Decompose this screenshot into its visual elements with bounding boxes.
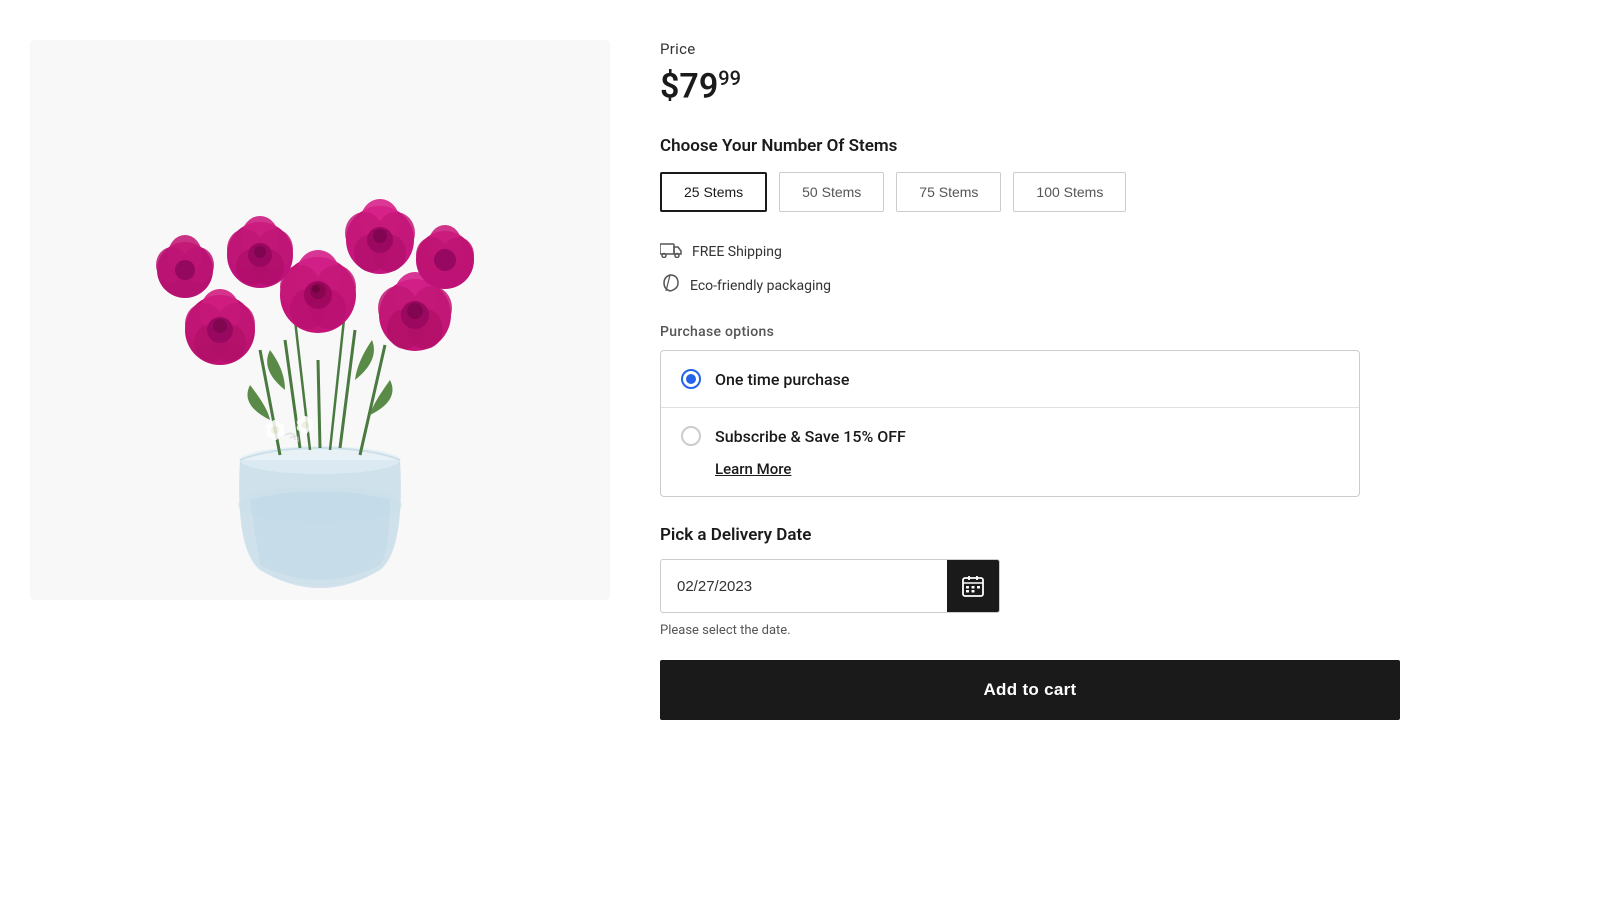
feature-free-shipping: FREE Shipping xyxy=(660,240,1360,263)
one-time-label: One time purchase xyxy=(715,370,849,389)
subscribe-label: Subscribe & Save 15% OFF xyxy=(715,427,906,446)
price-value: $7999 xyxy=(660,66,1360,106)
purchase-option-subscribe[interactable]: Subscribe & Save 15% OFF Learn More xyxy=(661,408,1359,496)
delivery-title: Pick a Delivery Date xyxy=(660,525,1360,545)
purchase-options-label: Purchase options xyxy=(660,324,1360,340)
stem-option-75[interactable]: 75 Stems xyxy=(896,172,1001,212)
product-image-svg xyxy=(30,40,610,600)
product-image-section xyxy=(0,20,640,880)
feature-shipping-text: FREE Shipping xyxy=(692,244,782,260)
price-label: Price xyxy=(660,40,1360,58)
add-to-cart-button[interactable]: Add to cart xyxy=(660,660,1400,720)
leaf-icon xyxy=(660,273,680,298)
feature-eco-packaging: Eco-friendly packaging xyxy=(660,273,1360,298)
calendar-button[interactable] xyxy=(947,560,999,612)
page-container: Price $7999 Choose Your Number Of Stems … xyxy=(0,0,1600,900)
price-cents: 99 xyxy=(718,66,741,90)
subscribe-top-row: Subscribe & Save 15% OFF xyxy=(681,426,906,446)
stems-section-title: Choose Your Number Of Stems xyxy=(660,136,1360,156)
radio-one-time xyxy=(681,369,701,389)
delivery-date-input[interactable] xyxy=(661,564,947,609)
radio-inner-dot xyxy=(686,374,696,384)
stem-option-50[interactable]: 50 Stems xyxy=(779,172,884,212)
price-main: $79 xyxy=(660,66,718,106)
date-hint: Please select the date. xyxy=(660,623,1360,638)
truck-icon xyxy=(660,240,682,263)
feature-eco-text: Eco-friendly packaging xyxy=(690,278,831,294)
features-list: FREE Shipping Eco-friendly packaging xyxy=(660,240,1360,298)
stems-options-group: 25 Stems 50 Stems 75 Stems 100 Stems xyxy=(660,172,1360,212)
purchase-option-one-time[interactable]: One time purchase xyxy=(661,351,1359,408)
radio-subscribe xyxy=(681,426,701,446)
calendar-icon xyxy=(962,575,984,597)
product-image-wrapper xyxy=(30,40,610,600)
learn-more-link[interactable]: Learn More xyxy=(715,460,791,478)
product-details-section: Price $7999 Choose Your Number Of Stems … xyxy=(640,20,1420,880)
purchase-options-box: One time purchase Subscribe & Save 15% O… xyxy=(660,350,1360,497)
stem-option-100[interactable]: 100 Stems xyxy=(1013,172,1126,212)
stem-option-25[interactable]: 25 Stems xyxy=(660,172,767,212)
date-input-wrapper xyxy=(660,559,1000,613)
delivery-section: Pick a Delivery Date xyxy=(660,525,1360,638)
